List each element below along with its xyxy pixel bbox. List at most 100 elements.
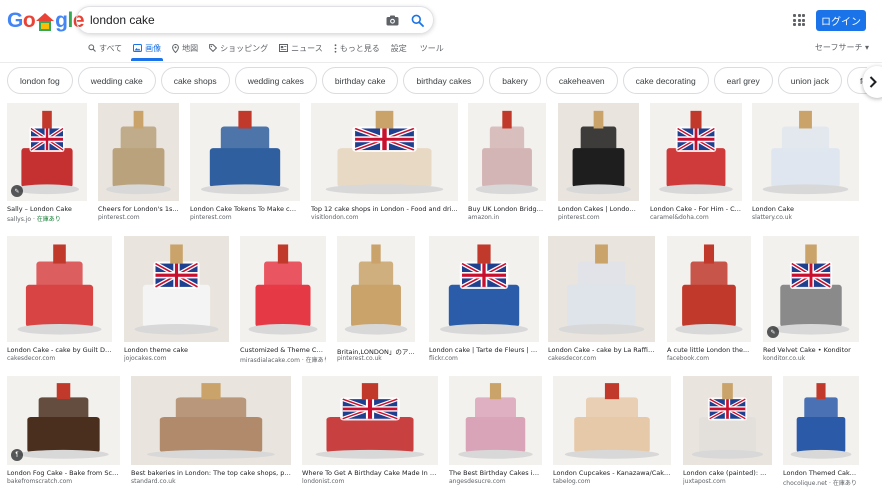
- result-caption[interactable]: Buy UK London Bridge ...: [468, 205, 546, 213]
- chip-earl-grey[interactable]: earl grey: [713, 67, 773, 94]
- tab-more[interactable]: もっと見る: [334, 38, 380, 58]
- image-result[interactable]: Customized & Theme Ca... mirasdialacake.c…: [240, 236, 326, 367]
- result-thumbnail[interactable]: [683, 376, 772, 465]
- result-caption[interactable]: Cheers for London's 1s...: [98, 205, 179, 213]
- tab-shopping[interactable]: ショッピング: [209, 38, 268, 58]
- safesearch-toggle[interactable]: セーフサーチ ▾: [815, 42, 869, 53]
- tab-news[interactable]: ニュース: [279, 38, 323, 58]
- result-thumbnail[interactable]: [7, 376, 120, 465]
- chips-next-button[interactable]: [863, 66, 882, 98]
- image-result[interactable]: The Best Birthday Cakes in... angesdesucr…: [449, 376, 542, 490]
- result-thumbnail[interactable]: [311, 103, 458, 201]
- result-thumbnail[interactable]: [429, 236, 539, 342]
- tab-maps[interactable]: 地図: [172, 38, 198, 58]
- result-caption[interactable]: London Fog Cake - Bake from Scr...: [7, 469, 120, 477]
- result-thumbnail[interactable]: [650, 103, 742, 201]
- result-thumbnail[interactable]: [337, 236, 415, 342]
- result-source: pinterest.com: [98, 214, 179, 221]
- image-result[interactable]: Cheers for London's 1s... pinterest.com: [98, 103, 179, 226]
- result-caption[interactable]: Where To Get A Birthday Cake Made In L..…: [302, 469, 438, 477]
- result-caption[interactable]: London Themed Cake for ...: [783, 469, 859, 477]
- result-thumbnail[interactable]: [190, 103, 300, 201]
- google-logo[interactable]: Gogle: [7, 9, 85, 33]
- result-thumbnail[interactable]: [131, 376, 291, 465]
- image-result[interactable]: ✎ Red Velvet Cake • Konditor konditor.co.u…: [763, 236, 859, 367]
- result-source: tabelog.com: [553, 478, 671, 485]
- image-result[interactable]: Where To Get A Birthday Cake Made In L..…: [302, 376, 438, 490]
- chip-cake-shops[interactable]: cake shops: [160, 67, 230, 94]
- image-result[interactable]: Buy UK London Bridge ... amazon.in: [468, 103, 546, 226]
- image-result[interactable]: London Cupcakes - Kanazawa/Cake [... tabe…: [553, 376, 671, 490]
- image-result[interactable]: London Cake slattery.co.uk: [752, 103, 859, 226]
- result-caption[interactable]: London Cake: [752, 205, 859, 213]
- result-thumbnail[interactable]: [553, 376, 671, 465]
- image-result[interactable]: London Cake - cake by La Raffin... cakesd…: [548, 236, 655, 367]
- result-thumbnail[interactable]: [752, 103, 859, 201]
- result-caption[interactable]: London Cakes | London ...: [558, 205, 639, 213]
- search-icon[interactable]: [409, 12, 425, 28]
- result-caption[interactable]: London Cupcakes - Kanazawa/Cake [...: [553, 469, 671, 477]
- result-thumbnail[interactable]: [667, 236, 751, 342]
- image-result[interactable]: London theme cake jojocakes.com: [124, 236, 229, 367]
- search-box[interactable]: [76, 6, 434, 34]
- result-caption[interactable]: London Cake - For Him - C...: [650, 205, 742, 213]
- result-caption[interactable]: London cake (painted): ...: [683, 469, 772, 477]
- result-caption[interactable]: Red Velvet Cake • Konditor: [763, 346, 859, 354]
- result-thumbnail[interactable]: [763, 236, 859, 342]
- result-caption[interactable]: London Cake - cake by La Raffin...: [548, 346, 655, 354]
- result-caption[interactable]: London Cake - cake by Guilt De...: [7, 346, 112, 354]
- result-caption[interactable]: London theme cake: [124, 346, 229, 354]
- result-source-domain: angesdesucre.com: [449, 478, 506, 485]
- image-result[interactable]: Top 12 cake shops in London - Food and d…: [311, 103, 458, 226]
- image-result[interactable]: London cake (painted): ... juxtapost.com: [683, 376, 772, 490]
- result-caption[interactable]: Best bakeries in London: The top cake sh…: [131, 469, 291, 477]
- result-thumbnail[interactable]: [468, 103, 546, 201]
- chip-wedding-cakes[interactable]: wedding cakes: [234, 67, 317, 94]
- chip-cakeheaven[interactable]: cakeheaven: [545, 67, 618, 94]
- apps-grid-icon[interactable]: [793, 14, 805, 26]
- result-caption[interactable]: A cute little London the...: [667, 346, 751, 354]
- chip-london-fog[interactable]: london fog: [7, 67, 73, 94]
- result-caption[interactable]: London cake | Tarte de Fleurs | F...: [429, 346, 539, 354]
- chip-cake-decorating[interactable]: cake decorating: [622, 67, 709, 94]
- result-thumbnail[interactable]: [98, 103, 179, 201]
- image-result[interactable]: London cake | Tarte de Fleurs | F... flic…: [429, 236, 539, 367]
- result-caption[interactable]: London Cake Tokens To Make cak...: [190, 205, 300, 213]
- result-thumbnail[interactable]: [449, 376, 542, 465]
- tab-all[interactable]: すべて: [88, 38, 122, 58]
- result-caption[interactable]: The Best Birthday Cakes in...: [449, 469, 542, 477]
- image-result[interactable]: A cute little London the... facebook.com: [667, 236, 751, 367]
- map-pin-icon: [172, 43, 180, 53]
- image-result[interactable]: London Themed Cake for ... chocolique.net…: [783, 376, 859, 490]
- image-result[interactable]: ✎ Sally – London Cake sallys.jo · 在庫あり: [7, 103, 87, 226]
- chip-union-jack[interactable]: union jack: [777, 67, 843, 94]
- image-result[interactable]: London Cake - For Him - C... caramel&doha…: [650, 103, 742, 226]
- image-result[interactable]: London Cake - cake by Guilt De... cakesde…: [7, 236, 112, 367]
- result-caption[interactable]: Customized & Theme Ca...: [240, 346, 326, 354]
- result-caption[interactable]: Sally – London Cake: [7, 205, 87, 213]
- image-result[interactable]: ¶ London Fog Cake - Bake from Scr... bakef…: [7, 376, 120, 490]
- image-result[interactable]: London Cakes | London ... pinterest.com: [558, 103, 639, 226]
- tab-settings[interactable]: 設定: [391, 38, 407, 58]
- login-button[interactable]: ログイン: [816, 10, 866, 31]
- result-source-domain: facebook.com: [667, 355, 710, 362]
- chip-wedding-cake[interactable]: wedding cake: [77, 67, 156, 94]
- result-thumbnail[interactable]: [240, 236, 326, 342]
- result-thumbnail[interactable]: [302, 376, 438, 465]
- image-result[interactable]: Best bakeries in London: The top cake sh…: [131, 376, 291, 490]
- tab-tools[interactable]: ツール: [420, 38, 444, 58]
- result-caption[interactable]: Top 12 cake shops in London - Food and d…: [311, 205, 458, 213]
- search-input[interactable]: [90, 13, 375, 27]
- chip-bakery[interactable]: bakery: [489, 67, 541, 94]
- chip-birthday-cakes[interactable]: birthday cakes: [403, 67, 485, 94]
- tab-images[interactable]: 画像: [131, 38, 164, 61]
- result-thumbnail[interactable]: [7, 236, 112, 342]
- result-thumbnail[interactable]: [558, 103, 639, 201]
- result-thumbnail[interactable]: [548, 236, 655, 342]
- camera-icon[interactable]: [384, 12, 400, 28]
- image-result[interactable]: London Cake Tokens To Make cak... pintere…: [190, 103, 300, 226]
- image-result[interactable]: Britain,LONDON」のア... pinterest.co.uk: [337, 236, 415, 367]
- result-thumbnail[interactable]: [124, 236, 229, 342]
- chip-birthday-cake[interactable]: birthday cake: [321, 67, 399, 94]
- result-thumbnail[interactable]: [783, 376, 859, 465]
